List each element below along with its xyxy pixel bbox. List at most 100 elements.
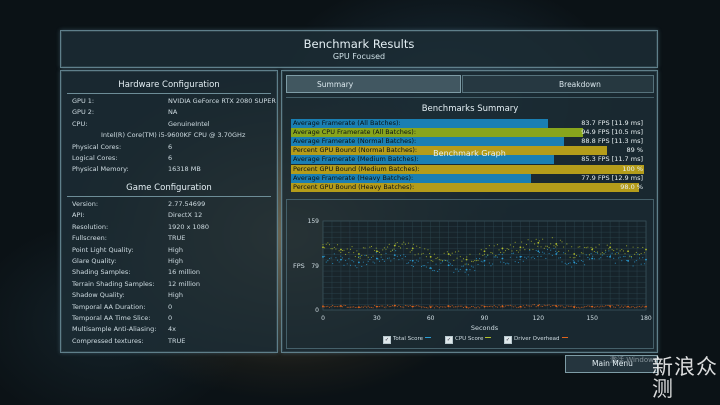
series-point [464, 305, 466, 307]
series-point [613, 257, 615, 259]
x-tick-label: 120 [533, 315, 545, 322]
legend-total-score[interactable]: ✓ Total Score [383, 336, 431, 344]
game-value: 12 million [168, 279, 200, 288]
legend-cpu-score[interactable]: ✓ CPU Score [445, 336, 492, 344]
series-point [327, 242, 329, 244]
series-point [419, 257, 421, 259]
series-point [467, 307, 469, 309]
series-point [348, 306, 350, 308]
hardware-label: Physical Cores: [72, 142, 122, 151]
series-point [420, 265, 423, 268]
series-point [448, 306, 450, 308]
series-point [617, 257, 620, 259]
series-point [349, 248, 352, 250]
game-label: Temporal AA Time Slice: [72, 314, 151, 322]
series-point [590, 306, 592, 308]
series-point [417, 253, 419, 255]
series-point [508, 305, 510, 307]
series-point [516, 256, 518, 258]
series-point [588, 258, 591, 260]
series-point [593, 250, 595, 253]
series-point [537, 250, 540, 253]
series-point [504, 263, 507, 265]
series-point [451, 264, 453, 266]
series-point [378, 260, 381, 262]
series-point [600, 253, 602, 255]
game-label: Temporal AA Duration: [72, 302, 146, 311]
series-point [374, 249, 376, 252]
checkbox-checked-icon[interactable]: ✓ [504, 336, 512, 344]
series-point [567, 305, 570, 307]
game-value: 2.77.54699 [168, 200, 206, 208]
series-point [517, 306, 519, 308]
series-point [406, 247, 408, 250]
series-point [637, 253, 639, 255]
series-point [548, 252, 550, 255]
series-point [351, 306, 353, 308]
series-point [516, 307, 518, 309]
game-row: Shading Samples: 16 million [61, 268, 277, 278]
series-point [577, 260, 579, 262]
series-point [488, 245, 490, 247]
series-point [616, 251, 618, 254]
game-row: Fullscreen: TRUE [61, 234, 277, 244]
series-point [482, 261, 484, 263]
series-point [424, 248, 426, 250]
series-point [591, 257, 594, 260]
series-point [534, 243, 536, 245]
series-point [412, 266, 414, 268]
divider [67, 93, 271, 94]
hardware-label: CPU: [72, 119, 88, 128]
series-point [345, 304, 347, 307]
series-point [454, 306, 456, 308]
game-row: Version: 2.77.54699 [61, 200, 277, 210]
series-point [509, 244, 511, 246]
series-point [354, 306, 356, 309]
series-point [474, 270, 476, 272]
series-point [555, 243, 558, 245]
series-point [433, 253, 435, 255]
game-row: Terrain Shading Samples: 12 million [61, 280, 277, 290]
series-point [369, 306, 371, 308]
series-point [537, 305, 539, 307]
series-point [632, 246, 634, 248]
series-point [417, 260, 419, 262]
series-point [450, 254, 452, 256]
series-point [461, 260, 463, 262]
series-point [446, 260, 448, 262]
series-point [556, 252, 558, 254]
series-point [382, 258, 384, 261]
series-point [364, 254, 366, 257]
series-point [483, 259, 486, 262]
game-row: Glare Quality: High [61, 257, 277, 267]
checkbox-checked-icon[interactable]: ✓ [445, 336, 453, 344]
series-point [333, 246, 335, 248]
series-point [425, 307, 427, 309]
series-point [501, 253, 503, 256]
series-point [573, 253, 576, 255]
series-point [437, 257, 439, 259]
series-point [474, 307, 476, 309]
series-point [443, 252, 445, 254]
series-point [606, 255, 608, 258]
series-point [443, 259, 445, 261]
legend-driver-overhead[interactable]: ✓ Driver Overhead [504, 336, 568, 344]
series-point [328, 257, 331, 260]
series-point [529, 248, 531, 250]
series-point [367, 256, 369, 258]
series-point [374, 262, 376, 264]
series-point [542, 251, 544, 253]
series-point [637, 247, 639, 249]
checkbox-checked-icon[interactable]: ✓ [383, 336, 391, 344]
series-point [472, 305, 474, 308]
series-point [619, 306, 621, 308]
series-point [485, 248, 487, 250]
series-point [493, 256, 495, 258]
series-point [495, 255, 497, 257]
series-point [338, 250, 340, 252]
series-point [521, 256, 523, 258]
series-point [503, 252, 505, 254]
series-point [336, 306, 339, 308]
game-label: Version: [72, 200, 99, 208]
series-point [588, 254, 591, 256]
